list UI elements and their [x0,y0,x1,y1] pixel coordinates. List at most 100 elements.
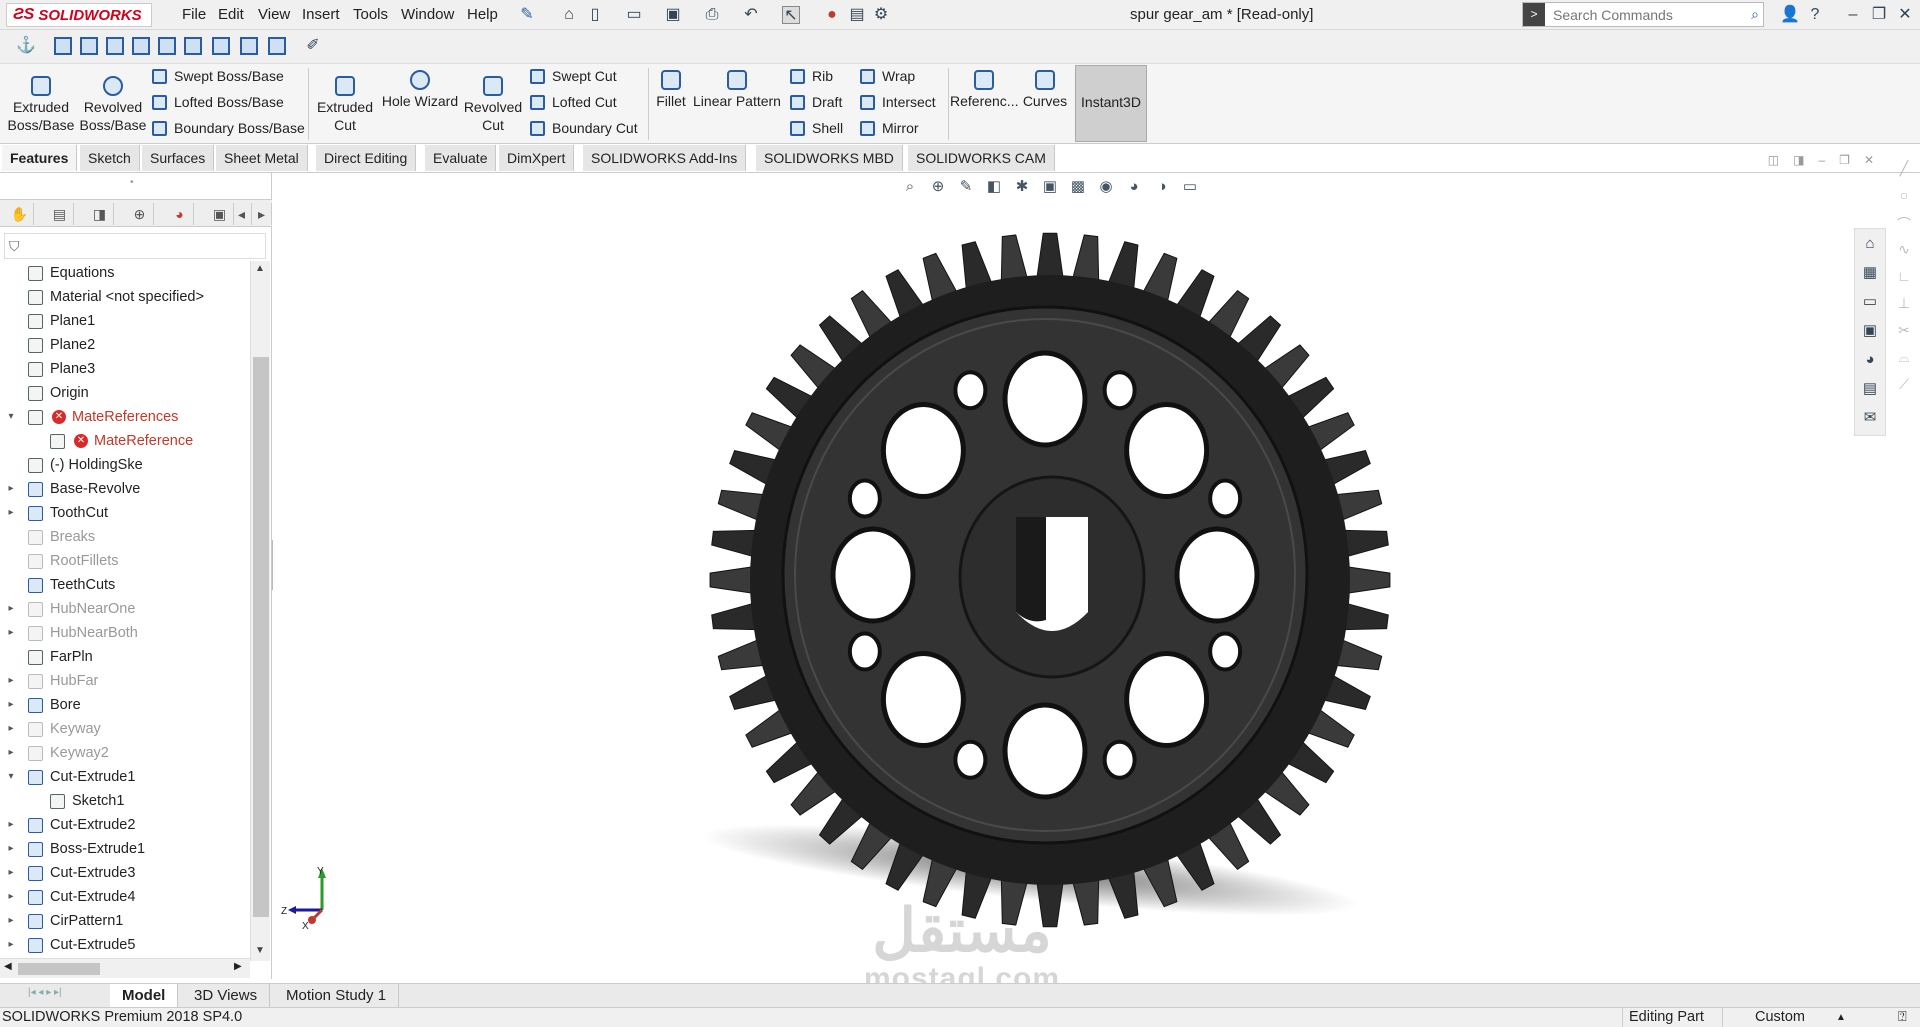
previous-view-icon[interactable]: ✎ [956,178,976,196]
view-palette-icon[interactable]: ▣ [1855,316,1885,345]
mirror-button[interactable]: Mirror [860,120,919,136]
tab-scroll-arrows[interactable]: |◂ ◂ ▸ ▸| [28,987,62,998]
dimension-tool-icon[interactable]: ∟ [1888,268,1920,295]
search-input[interactable]: Search Commands [1553,7,1673,23]
dimetric-view-icon[interactable] [268,37,286,55]
left-view-icon[interactable] [106,37,124,55]
expand-arrow-icon[interactable]: ▾ [6,405,16,429]
collapse-arrow-icon[interactable]: ▸ [6,813,16,837]
top-view-icon[interactable] [158,37,176,55]
collapse-arrow-icon[interactable]: ▸ [6,717,16,741]
undo-icon[interactable]: ↶ [742,6,760,24]
collapse-arrow-icon[interactable]: ▸ [6,597,16,621]
tab-mbd[interactable]: SOLIDWORKS MBD [756,145,903,171]
viewport-link-icon[interactable]: ◨ [1793,153,1804,167]
lofted-cut-button[interactable]: Lofted Cut [530,94,617,110]
display-style-icon[interactable]: ▩ [1068,178,1088,196]
menu-edit[interactable]: Edit [218,6,244,23]
normal-to-icon[interactable]: ✐ [304,37,322,55]
user-account-icon[interactable]: 👤 [1780,6,1800,24]
collapse-arrow-icon[interactable]: ▸ [6,669,16,693]
collapse-arrow-icon[interactable]: ▸ [6,933,16,957]
extruded-cut-button[interactable]: Extruded Cut [312,76,378,134]
file-explorer-icon[interactable]: ▭ [1855,287,1885,316]
draft-button[interactable]: Draft [790,94,842,110]
design-library-icon[interactable]: ▦ [1855,258,1885,287]
front-view-icon[interactable] [54,37,72,55]
tab-sheet-metal[interactable]: Sheet Metal [216,145,308,171]
scroll-down-icon[interactable]: ▼ [255,945,265,956]
home-icon[interactable]: ⌂ [560,6,578,24]
pin-icon[interactable]: ✎ [518,6,536,24]
collapse-arrow-icon[interactable]: ▸ [6,501,16,525]
search-icon[interactable]: ⌕ [1751,6,1759,23]
tab-3d-views[interactable]: 3D Views [182,984,271,1007]
tree-vertical-scrollbar[interactable]: ▲ ▼ [250,261,270,961]
options-gear-icon[interactable]: ⚙ [872,6,890,24]
collapse-arrow-icon[interactable]: ▸ [6,693,16,717]
revolved-boss-button[interactable]: Revolved Boss/Base [78,76,148,134]
tab-model[interactable]: Model [110,984,179,1007]
configuration-manager-icon[interactable]: ◨ [86,203,114,225]
print-icon[interactable]: ⎙ [703,6,721,24]
zoom-to-area-icon[interactable]: ⊕ [928,178,948,196]
circle-tool-icon[interactable]: ○ [1888,187,1920,214]
right-view-icon[interactable] [132,37,150,55]
isometric-view-icon[interactable] [212,37,230,55]
fillet-button[interactable]: Fillet [652,70,690,110]
boundary-boss-button[interactable]: Boundary Boss/Base [152,120,305,136]
hide-show-items-icon[interactable]: ◉ [1096,178,1116,196]
units-up-arrow-icon[interactable]: ▲ [1836,1008,1846,1027]
minimize-icon[interactable]: – [1844,6,1862,24]
curves-button[interactable]: Curves [1018,70,1072,110]
spur-gear-model[interactable] [700,230,1400,930]
fillet-sketch-icon[interactable]: ⌓ [1888,349,1920,376]
tab-addins[interactable]: SOLIDWORKS Add-Ins [583,145,747,171]
appearances-icon[interactable]: ◕ [1855,345,1885,374]
collapse-arrow-icon[interactable]: ▸ [6,741,16,765]
zoom-to-fit-icon[interactable]: ⌕ [900,178,920,196]
apply-scene-icon[interactable]: ◑ [1152,178,1172,196]
spline-tool-icon[interactable]: ∿ [1888,241,1920,268]
dynamic-annotation-icon[interactable]: ✱ [1012,178,1032,196]
bottom-view-icon[interactable] [184,37,202,55]
tab-surfaces[interactable]: Surfaces [142,145,215,171]
status-units[interactable]: Custom [1722,1008,1805,1027]
help-icon[interactable]: ? [1806,6,1824,24]
menu-help[interactable]: Help [467,6,498,23]
scroll-up-icon[interactable]: ▲ [255,263,265,274]
tab-motion-study[interactable]: Motion Study 1 [274,984,400,1007]
collapse-arrow-icon[interactable]: ▸ [6,477,16,501]
custom-properties-icon[interactable]: ▤ [1855,374,1885,403]
viewport-close-icon[interactable]: ✕ [1864,153,1874,167]
solidworks-resources-icon[interactable]: ⌂ [1855,229,1885,258]
solidworks-logo[interactable]: ƧS SOLIDWORKS [6,3,152,27]
save-icon[interactable]: ▣ [664,6,682,24]
scroll-right-icon[interactable]: ▶ [234,961,242,972]
tab-direct-editing[interactable]: Direct Editing [316,145,417,171]
collapse-arrow-icon[interactable]: ▸ [6,861,16,885]
tab-cam[interactable]: SOLIDWORKS CAM [908,145,1055,171]
dimxpert-manager-icon[interactable]: ⊕ [126,203,154,225]
view-settings-icon[interactable]: ▭ [1180,178,1200,196]
wrap-button[interactable]: Wrap [860,68,915,84]
collapse-arrow-icon[interactable]: ▸ [6,909,16,933]
feature-manager-icon[interactable]: ✋ [6,203,34,225]
revolved-cut-button[interactable]: Revolved Cut [458,76,528,134]
rebuild-icon[interactable]: ● [823,6,841,24]
intersect-button[interactable]: Intersect [860,94,936,110]
menu-file[interactable]: File [182,6,206,23]
scroll-thumb[interactable] [253,357,269,917]
select-pointer-icon[interactable]: ↖ [782,6,800,24]
tab-features[interactable]: Features [2,145,78,171]
menu-tools[interactable]: Tools [353,6,388,23]
relations-tool-icon[interactable]: ⊥ [1888,295,1920,322]
viewport-split-icon[interactable]: ◫ [1768,153,1779,167]
edit-appearance-icon[interactable]: ◕ [1124,178,1144,196]
forum-icon[interactable]: ✉ [1855,403,1885,432]
section-view-icon[interactable]: ◧ [984,178,1004,196]
boundary-cut-button[interactable]: Boundary Cut [530,120,638,136]
panel-collapse-handle[interactable]: • [130,177,134,188]
property-manager-icon[interactable]: ▤ [46,203,74,225]
scroll-left-icon[interactable]: ◀ [4,961,12,972]
